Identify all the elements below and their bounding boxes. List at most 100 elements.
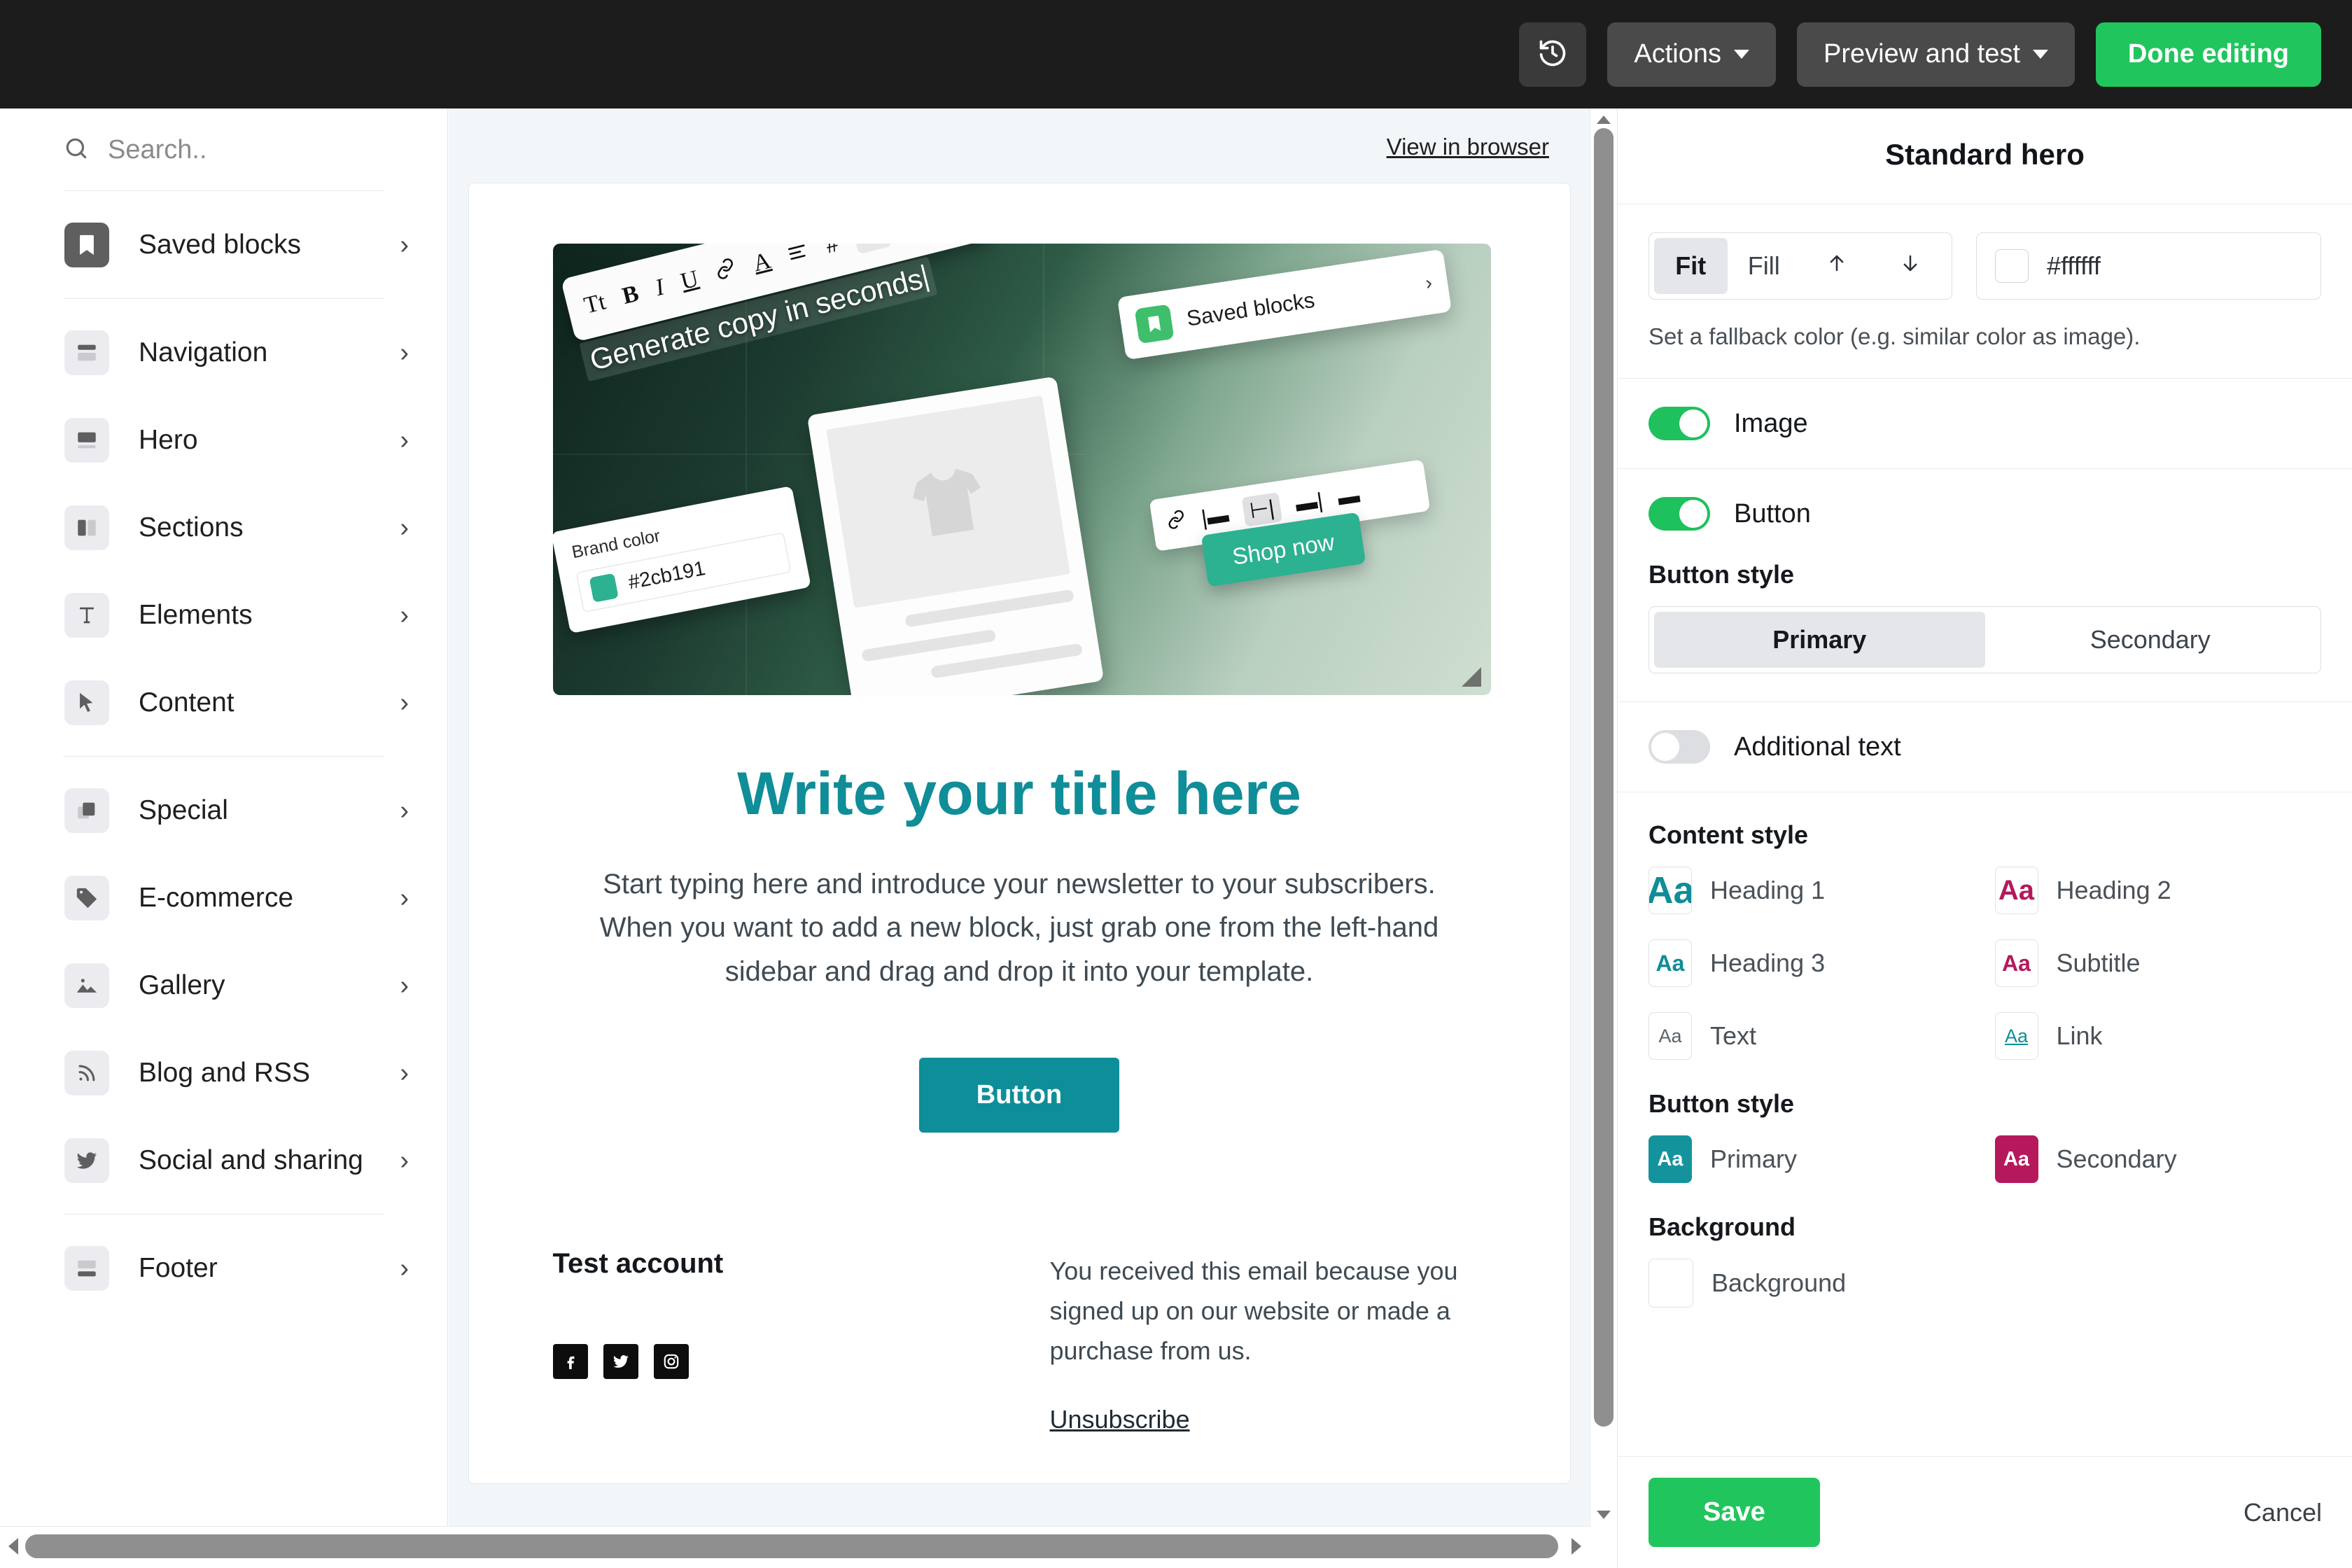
sidebar-item-footer[interactable]: Footer › [0,1224,447,1312]
button-swatch-primary[interactable]: Aa Primary [1648,1135,1975,1183]
link-icon [1165,508,1188,536]
style-option-subtitle[interactable]: Aa Subtitle [1994,939,2322,987]
button-toggle[interactable] [1648,497,1710,531]
style-label: Secondary [2056,1144,2177,1173]
scroll-down-arrow-icon[interactable] [1597,1511,1611,1519]
button-style-swatch-label: Button style [1648,1089,1795,1118]
button-style-secondary-option[interactable]: Secondary [1985,612,2316,668]
history-button[interactable] [1519,22,1587,87]
panel-footer: Save Cancel [1618,1456,2352,1568]
align-center-icon: ⊢| [1241,492,1282,527]
sidebar-group: Footer › [0,1214,447,1322]
background-swatch-option[interactable]: Background [1648,1259,2321,1308]
additional-text-toggle-row: Additional text [1648,730,2321,764]
email-cta-button[interactable]: Button [918,1058,1120,1133]
heading-2-swatch: Aa [1994,867,2038,914]
canvas-vertical-scrollbar[interactable] [1590,108,1616,1526]
fit-option[interactable]: Fit [1654,238,1728,294]
email-title[interactable]: Write your title here [553,760,1486,829]
content-style-label: Content style [1648,820,1809,849]
sidebar-item-elements[interactable]: Elements › [0,571,447,659]
horizontal-scroll-thumb[interactable] [25,1534,1558,1558]
email-footer: Test account You received this email bec… [552,1248,1486,1434]
fallback-color-field[interactable]: #ffffff [1976,232,2321,300]
twitter-icon[interactable] [603,1344,638,1380]
footer-note: You received this email because you sign… [1049,1256,1458,1365]
button-swatch-secondary[interactable]: Aa Secondary [1994,1135,2322,1183]
scroll-left-arrow-icon[interactable] [8,1538,18,1555]
sidebar-item-saved-blocks[interactable]: Saved blocks › [0,201,447,288]
tshirt-icon [825,396,1070,608]
sidebar-item-social-and-sharing[interactable]: Social and sharing › [0,1116,447,1204]
align-icon [785,244,811,269]
view-in-browser-row: View in browser [449,108,1590,160]
view-in-browser-link[interactable]: View in browser [1387,134,1549,160]
button-toggle-row: Button [1648,497,2321,531]
scroll-up-arrow-icon[interactable] [1597,115,1611,124]
save-button[interactable]: Save [1648,1478,1820,1547]
style-option-text[interactable]: Aa Text [1648,1012,1975,1060]
move-down-button[interactable] [1874,238,1947,294]
cancel-button[interactable]: Cancel [2244,1498,2322,1527]
move-up-button[interactable] [1800,238,1874,294]
canvas-horizontal-scrollbar[interactable] [0,1526,1590,1568]
vertical-scroll-thumb[interactable] [1594,128,1614,1427]
heading-hash-icon: # [822,244,841,259]
heading-1-swatch: Aa [1648,867,1692,914]
sidebar-item-blog-and-rss[interactable]: Blog and RSS › [0,1029,447,1116]
saved-blocks-card: Saved blocks › [1116,248,1452,360]
resize-corner-handle[interactable] [1461,667,1481,687]
heading-3-swatch: Aa [1648,939,1692,987]
unsubscribe-link[interactable]: Unsubscribe [1050,1405,1190,1434]
link-icon [712,255,739,287]
arrow-up-icon [1826,251,1847,281]
bookmark-icon [1134,304,1174,344]
chevron-right-icon: › [400,1253,409,1283]
chevron-right-icon: › [400,1058,409,1088]
chevron-right-icon: › [400,795,409,825]
image-toggle-section: Image [1618,379,2352,468]
style-option-heading-3[interactable]: Aa Heading 3 [1648,939,1975,987]
navigation-block-icon [64,330,109,375]
email-paragraph[interactable]: Start typing here and introduce your new… [596,862,1443,993]
scroll-right-arrow-icon[interactable] [1572,1538,1581,1555]
sidebar-item-special[interactable]: Special › [0,766,447,854]
background-color-swatch [1648,1259,1693,1308]
style-option-link[interactable]: Aa Link [1994,1012,2322,1060]
brand-color-card: Brand color #2cb191 [552,485,811,634]
panel-title: Standard hero [1885,138,2085,171]
hero-image[interactable]: Tt B I U A # Generate copy in seconds Br… [552,244,1491,695]
sidebar-item-ecommerce[interactable]: E-commerce › [0,854,447,941]
button-style-primary-option[interactable]: Primary [1654,612,1985,668]
preview-and-test-dropdown-button[interactable]: Preview and test [1796,22,2075,87]
arrow-down-icon [1900,251,1921,281]
sidebar-item-sections[interactable]: Sections › [0,484,447,571]
top-toolbar: Actions Preview and test Done editing [0,0,2352,108]
block-settings-panel: Standard hero Fit Fill #ffffff Set a fal… [1617,108,2352,1568]
style-label: Background [1712,1268,1847,1297]
search-input[interactable] [108,135,409,165]
facebook-icon[interactable] [552,1344,588,1380]
minus-icon: ▬ [1336,482,1362,510]
sidebar-item-label: Content [139,687,234,718]
additional-text-toggle[interactable] [1648,730,1710,764]
layers-icon [64,788,109,833]
fallback-color-swatch[interactable] [1995,249,2029,283]
done-editing-label: Done editing [2127,39,2289,69]
done-editing-button[interactable]: Done editing [2095,22,2321,87]
sidebar-item-navigation[interactable]: Navigation › [0,309,447,396]
style-option-heading-2[interactable]: Aa Heading 2 [1994,867,2322,914]
background-label: Background [1648,1212,1796,1241]
sidebar-item-label: Hero [139,424,198,455]
fill-option[interactable]: Fill [1728,238,1801,294]
chevron-down-icon [2032,50,2048,59]
button-style-segmented-control: Primary Secondary [1648,606,2321,673]
instagram-icon[interactable] [653,1344,689,1380]
sidebar-item-hero[interactable]: Hero › [0,396,447,484]
image-toggle[interactable] [1648,407,1710,440]
sidebar-item-content[interactable]: Content › [0,659,447,746]
style-option-heading-1[interactable]: Aa Heading 1 [1648,867,1975,914]
actions-label: Actions [1634,39,1721,69]
sidebar-item-gallery[interactable]: Gallery › [0,941,447,1029]
actions-dropdown-button[interactable]: Actions [1607,22,1776,87]
